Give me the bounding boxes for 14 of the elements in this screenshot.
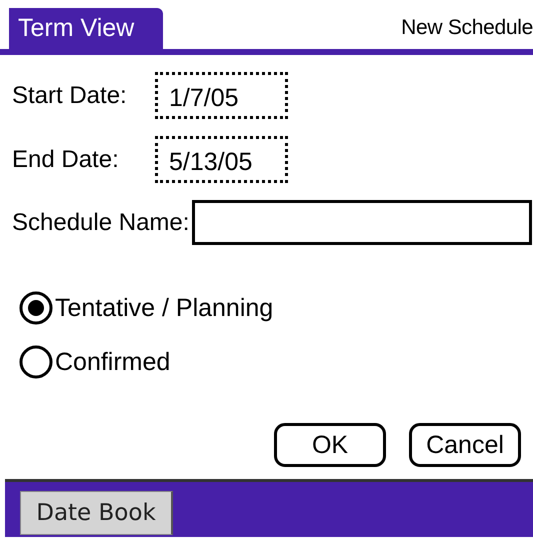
date-field[interactable]: 5/13/05 xyxy=(155,136,288,183)
radio-label[interactable]: Tentative / Planning xyxy=(55,294,274,322)
field-label: Schedule Name: xyxy=(12,208,190,236)
field-label: Start Date: xyxy=(12,82,128,110)
date-field[interactable]: 1/7/05 xyxy=(155,72,288,119)
app-launcher-button[interactable]: Date Book xyxy=(20,491,173,535)
cancel-button[interactable]: Cancel xyxy=(409,423,521,467)
field-label: End Date: xyxy=(12,146,120,174)
radio-icon[interactable] xyxy=(19,345,53,379)
name-input-field[interactable] xyxy=(192,200,532,245)
radio-selected-icon[interactable] xyxy=(19,291,53,325)
radio-label[interactable]: Confirmed xyxy=(55,348,170,376)
dialog-subtitle: New Schedule xyxy=(401,16,533,41)
ok-button[interactable]: OK xyxy=(274,423,386,467)
